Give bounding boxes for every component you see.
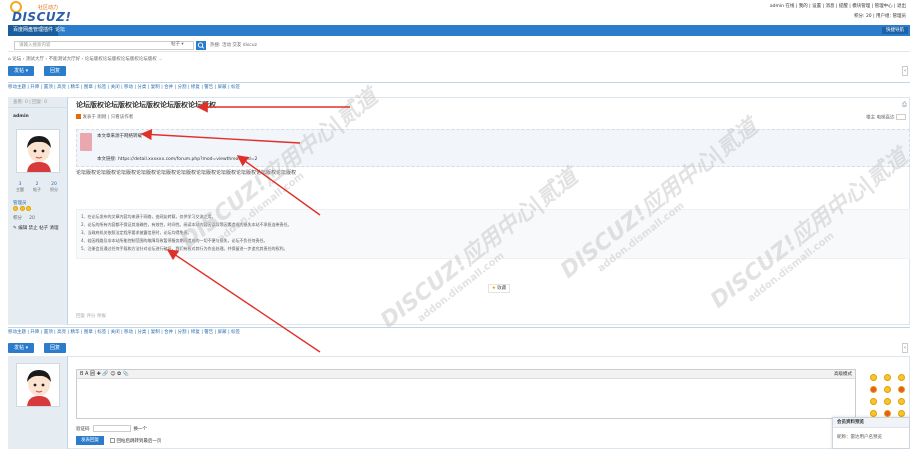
arrow-to-link [236,155,321,216]
annotation-arrows [140,101,350,353]
arrow-to-notes [166,249,321,353]
arrow-to-source [140,128,301,144]
